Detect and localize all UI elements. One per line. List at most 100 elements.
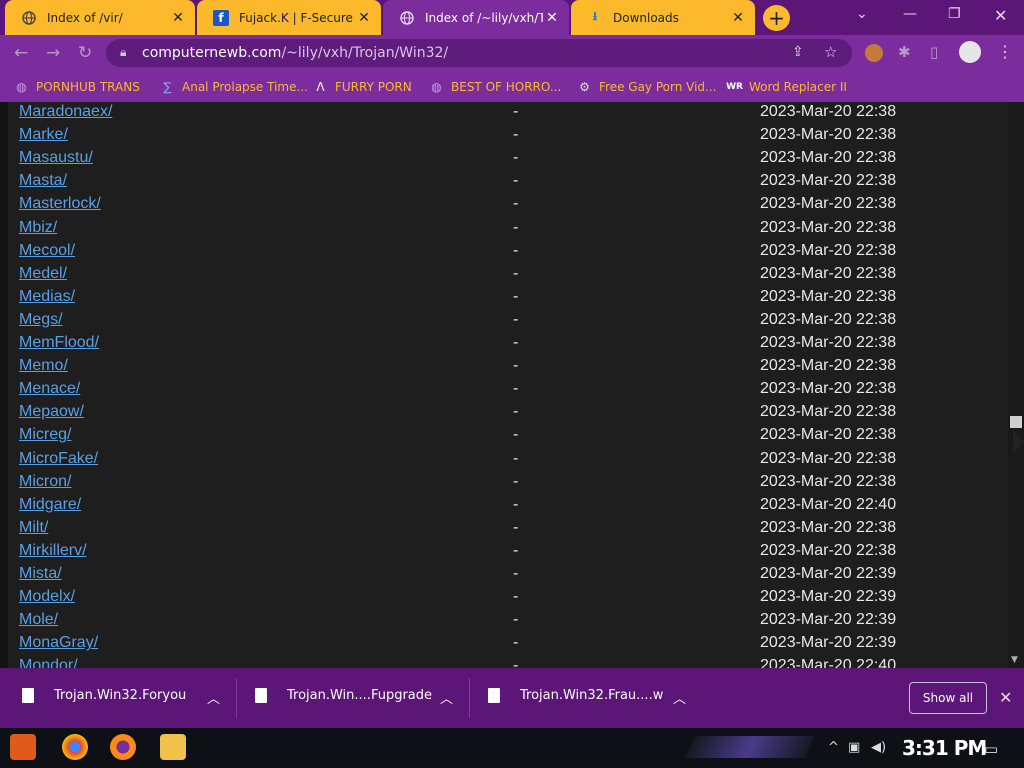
side-panel-icon[interactable]: ▯ bbox=[930, 43, 938, 61]
tab-title: Index of /~lily/vxh/T bbox=[425, 10, 543, 25]
taskbar-clock[interactable]: 3:31 PM bbox=[902, 736, 987, 760]
size-cell: - bbox=[513, 541, 519, 559]
directory-link[interactable]: Micron/ bbox=[19, 473, 71, 491]
directory-link[interactable]: Mirkillerv/ bbox=[19, 542, 87, 560]
close-icon[interactable]: ✕ bbox=[999, 688, 1012, 707]
start-button-icon[interactable] bbox=[10, 734, 36, 760]
download-item[interactable]: Trojan.Win32.Frau....w bbox=[488, 688, 663, 703]
bookmark-item[interactable]: ◍ BEST OF HORRO... bbox=[429, 79, 561, 94]
directory-link[interactable]: Modelx/ bbox=[19, 588, 75, 606]
tab-index-vir[interactable]: Index of /vir/ ✕ bbox=[5, 0, 195, 35]
show-all-button[interactable]: Show all bbox=[909, 682, 987, 714]
directory-link[interactable]: Memo/ bbox=[19, 357, 68, 375]
file-explorer-icon[interactable] bbox=[160, 734, 186, 760]
directory-link[interactable]: Masta/ bbox=[19, 172, 67, 190]
network-icon[interactable]: ▣ bbox=[848, 740, 860, 755]
table-row: MonaGray/ - 2023-Mar-20 22:39 bbox=[0, 634, 1000, 657]
notifications-icon[interactable]: ▭ bbox=[984, 740, 998, 758]
scroll-down-icon[interactable]: ▼ bbox=[1011, 655, 1018, 665]
download-item[interactable]: Trojan.Win....Fupgrade bbox=[255, 688, 432, 703]
directory-link[interactable]: Marke/ bbox=[19, 126, 68, 144]
menu-icon[interactable]: ⋮ bbox=[997, 42, 1013, 61]
directory-link[interactable]: Mbiz/ bbox=[19, 219, 57, 237]
directory-link[interactable]: MonaGray/ bbox=[19, 634, 98, 652]
table-row: Mepaow/ - 2023-Mar-20 22:38 bbox=[0, 403, 1000, 426]
scrollbar-thumb[interactable] bbox=[1010, 416, 1022, 428]
size-cell: - bbox=[513, 588, 519, 606]
volume-icon[interactable]: ◀) bbox=[871, 740, 886, 755]
directory-link[interactable]: Masaustu/ bbox=[19, 149, 93, 167]
minimize-icon[interactable]: — bbox=[903, 6, 917, 22]
star-icon[interactable]: ☆ bbox=[824, 43, 837, 61]
new-tab-button[interactable]: + bbox=[763, 5, 790, 31]
date-cell: 2023-Mar-20 22:38 bbox=[760, 126, 897, 144]
tab-title: Downloads bbox=[613, 10, 679, 25]
date-cell: 2023-Mar-20 22:39 bbox=[760, 565, 897, 582]
extensions-icon[interactable]: ✱ bbox=[898, 43, 911, 61]
tab-fsecure[interactable]: f Fujack.K | F-Secure L ✕ bbox=[197, 0, 381, 35]
taskbar: ^ ▣ ◀) 3:31 PM ▭ bbox=[0, 728, 1024, 768]
forward-icon[interactable]: → bbox=[46, 43, 60, 63]
table-row: Mecool/ - 2023-Mar-20 22:38 bbox=[0, 242, 1000, 265]
directory-link[interactable]: Mecool/ bbox=[19, 242, 75, 260]
tab-index-lily[interactable]: Index of /~lily/vxh/T ✕ bbox=[383, 0, 569, 35]
directory-link[interactable]: MemFlood/ bbox=[19, 334, 99, 352]
bookmark-item[interactable]: Λ FURRY PORN bbox=[313, 79, 411, 94]
size-cell: - bbox=[513, 195, 519, 213]
tray-chevron-icon[interactable]: ^ bbox=[828, 740, 839, 755]
restore-icon[interactable]: ❐ bbox=[948, 6, 961, 22]
date-cell: 2023-Mar-20 22:38 bbox=[760, 449, 897, 467]
bookmark-item[interactable]: ⚙ Free Gay Porn Vid... bbox=[577, 79, 716, 94]
directory-link[interactable]: Micreg/ bbox=[19, 426, 71, 444]
profile-icon[interactable] bbox=[959, 41, 981, 63]
bookmark-item[interactable]: WR Word Replacer II bbox=[726, 79, 847, 94]
size-cell: - bbox=[513, 611, 519, 629]
date-cell: 2023-Mar-20 22:38 bbox=[760, 541, 897, 559]
close-icon[interactable]: ✕ bbox=[543, 10, 561, 26]
reload-icon[interactable]: ↻ bbox=[78, 43, 92, 63]
directory-link[interactable]: Megs/ bbox=[19, 311, 63, 329]
tab-title: Index of /vir/ bbox=[47, 10, 123, 25]
address-bar[interactable]: 🔒︎ computernewb.com/~lily/vxh/Trojan/Win… bbox=[106, 39, 852, 67]
download-icon: ⭳ bbox=[592, 9, 598, 23]
table-row: Medias/ - 2023-Mar-20 22:38 bbox=[0, 288, 1000, 311]
directory-link[interactable]: Mole/ bbox=[19, 611, 58, 629]
tab-search-icon[interactable]: ⌄ bbox=[856, 6, 868, 22]
directory-link[interactable]: Midgare/ bbox=[19, 496, 81, 514]
directory-link[interactable]: Milt/ bbox=[19, 519, 48, 537]
size-cell: - bbox=[513, 149, 519, 167]
bookmark-item[interactable]: ◍ PORNHUB TRANS bbox=[14, 79, 140, 94]
directory-link[interactable]: MicroFake/ bbox=[19, 450, 98, 468]
firefox-icon[interactable] bbox=[110, 734, 136, 760]
table-row: Masaustu/ - 2023-Mar-20 22:38 bbox=[0, 149, 1000, 172]
close-icon[interactable]: ✕ bbox=[355, 10, 373, 26]
date-cell: 2023-Mar-20 22:38 bbox=[760, 334, 897, 351]
directory-link[interactable]: Masterlock/ bbox=[19, 195, 101, 213]
date-cell: 2023-Mar-20 22:38 bbox=[760, 149, 897, 167]
directory-link[interactable]: Mondor/ bbox=[19, 657, 78, 668]
download-item[interactable]: Trojan.Win32.Foryou bbox=[22, 688, 186, 703]
extension-avatar-icon[interactable] bbox=[865, 44, 883, 62]
window-close-icon[interactable]: ✕ bbox=[994, 6, 1007, 25]
share-icon[interactable]: ⇪ bbox=[792, 44, 804, 60]
close-icon[interactable]: ✕ bbox=[169, 10, 187, 26]
file-icon bbox=[22, 688, 34, 703]
chevron-up-icon[interactable]: ︿ bbox=[440, 688, 453, 707]
directory-link[interactable]: Medel/ bbox=[19, 265, 67, 283]
directory-link[interactable]: Menace/ bbox=[19, 380, 80, 398]
directory-link[interactable]: Maradonaex/ bbox=[19, 103, 112, 121]
back-icon[interactable]: ← bbox=[14, 43, 28, 63]
directory-link[interactable]: Medias/ bbox=[19, 288, 75, 306]
chrome-icon[interactable] bbox=[62, 734, 88, 760]
tab-downloads[interactable]: ⭳ Downloads ✕ bbox=[571, 0, 755, 35]
scrollbar[interactable]: ▼ bbox=[1008, 102, 1024, 668]
close-icon[interactable]: ✕ bbox=[729, 10, 747, 26]
table-row: Maradonaex/ - 2023-Mar-20 22:38 bbox=[0, 103, 1000, 126]
date-cell: 2023-Mar-20 22:38 bbox=[760, 426, 897, 444]
chevron-up-icon[interactable]: ︿ bbox=[207, 688, 220, 707]
directory-link[interactable]: Mepaow/ bbox=[19, 403, 84, 421]
date-cell: 2023-Mar-20 22:38 bbox=[760, 518, 897, 536]
directory-link[interactable]: Mista/ bbox=[19, 565, 62, 583]
bookmark-item[interactable]: ∑ Anal Prolapse Time... bbox=[160, 79, 307, 94]
chevron-up-icon[interactable]: ︿ bbox=[673, 688, 686, 707]
